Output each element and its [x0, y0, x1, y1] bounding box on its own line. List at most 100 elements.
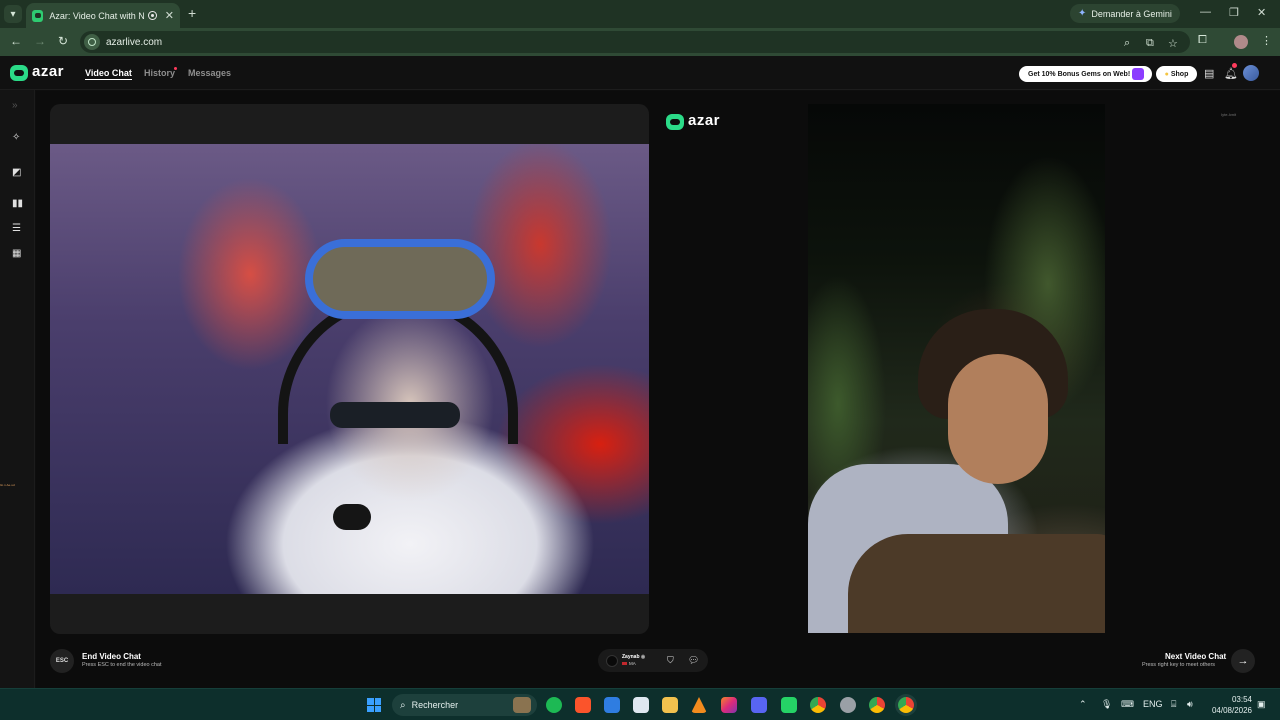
- site-info-icon[interactable]: [84, 34, 100, 50]
- more-menu-icon[interactable]: ⋮: [1261, 34, 1272, 47]
- windows-start-icon[interactable]: [367, 698, 381, 712]
- gift-icon: [1132, 68, 1144, 80]
- tray-overflow-icon[interactable]: ⌃: [1079, 699, 1087, 710]
- end-chat-button[interactable]: ESC: [50, 649, 74, 673]
- gemini-button[interactable]: ✦ Demander à Gemini: [1070, 4, 1180, 23]
- bonus-gems-button[interactable]: Get 10% Bonus Gems on Web!: [1019, 66, 1152, 82]
- profile-avatar[interactable]: [1234, 35, 1248, 49]
- chrome-icon[interactable]: [810, 697, 826, 713]
- chrome-active-icon[interactable]: [898, 697, 914, 713]
- azar-logo-text[interactable]: azar: [32, 63, 64, 80]
- partner-name: Zaynab ◉: [622, 654, 645, 660]
- layout-stacked-icon[interactable]: ☰: [12, 223, 21, 234]
- keyboard-icon[interactable]: ⌨: [1121, 699, 1134, 710]
- bell-icon[interactable]: 🔔︎: [1224, 67, 1238, 80]
- minimize-icon[interactable]: —: [1200, 6, 1211, 18]
- brave-icon[interactable]: [575, 697, 591, 713]
- nav-video-chat[interactable]: Video Chat: [85, 68, 132, 80]
- extensions-icon[interactable]: ⧠: [1198, 34, 1207, 47]
- taskbar-search[interactable]: ⌕ Rechercher: [392, 694, 537, 716]
- shop-label: Shop: [1170, 70, 1189, 78]
- maximize-icon[interactable]: ❐: [1229, 6, 1239, 19]
- effects-wand-icon[interactable]: ✧: [12, 132, 20, 143]
- discord-icon[interactable]: [751, 697, 767, 713]
- chat-bubble-icon[interactable]: 💬︎: [688, 655, 699, 666]
- browser-toolbar: ← → ↻ azarlive.com ⌕ ⧉ ☆ ⧠ ⋮: [0, 28, 1280, 56]
- browser-tab-azar[interactable]: Azar: Video Chat with New ✕: [26, 3, 180, 28]
- tab-title: Azar: Video Chat with New: [49, 10, 145, 21]
- store-icon[interactable]: [633, 697, 649, 713]
- next-chat-title: Next Video Chat: [1165, 652, 1227, 661]
- defender-icon[interactable]: [604, 697, 620, 713]
- volume-icon[interactable]: 🔊︎: [1187, 699, 1193, 710]
- app-header: azar Video Chat History Messages Get 10%…: [0, 56, 1280, 90]
- azar-logo-icon[interactable]: [10, 65, 28, 81]
- edge-artifact-text: Gi·n·Ae·ud: [0, 483, 15, 487]
- tab-close-icon[interactable]: ✕: [165, 9, 174, 22]
- clock-time: 03:54: [1231, 695, 1252, 704]
- bookmark-star-icon[interactable]: ☆: [1168, 37, 1178, 50]
- partner-camera-feed: [808, 104, 1105, 633]
- expand-sidebar-icon[interactable]: »: [12, 100, 18, 111]
- stage-watermark: Iyte-Ivnit: [1221, 112, 1237, 117]
- flag-icon: [622, 662, 627, 666]
- partner-name-text: Zaynab: [622, 654, 640, 660]
- headset-mic-shape: [333, 504, 371, 530]
- bonus-gems-label: Get 10% Bonus Gems on Web!: [1028, 70, 1131, 78]
- ski-goggles-shape: [305, 239, 495, 319]
- chrome-profile-3-icon[interactable]: [869, 697, 885, 713]
- language-indicator[interactable]: ENG: [1143, 699, 1163, 709]
- back-icon[interactable]: ←: [10, 34, 22, 48]
- browser-tab-strip: ▾ Azar: Video Chat with New ✕ + ✦ Demand…: [0, 0, 1280, 28]
- vlc-icon[interactable]: [691, 697, 707, 713]
- clock-date: 04/08/2026: [1211, 706, 1252, 715]
- zoom-search-icon[interactable]: ⌕: [1124, 37, 1130, 50]
- center-azar-logo-icon: [666, 114, 684, 130]
- network-icon[interactable]: ⌸: [1171, 699, 1176, 710]
- instagram-icon[interactable]: [721, 697, 737, 713]
- windows-taskbar: ⌕ Rechercher ⌃ 🎙︎ ⌨ ENG ⌸ 🔊︎ 03:54 04/08…: [0, 688, 1280, 720]
- end-chat-title: End Video Chat: [82, 652, 141, 661]
- tab-search-menu-button[interactable]: ▾: [4, 5, 22, 23]
- taskbar-search-placeholder: Rechercher: [411, 700, 459, 710]
- partner-country: MA: [622, 661, 636, 666]
- window-close-icon[interactable]: ✕: [1257, 6, 1266, 19]
- verified-icon: ◉: [640, 654, 646, 660]
- tool-sidebar: » ✧ ◩ ▮▮ ☰ ▦: [0, 90, 35, 688]
- search-icon: ⌕: [400, 699, 406, 711]
- forward-icon[interactable]: →: [34, 34, 46, 48]
- end-chat-hint: Press ESC to end the video chat: [82, 662, 162, 668]
- user-avatar[interactable]: [1243, 65, 1259, 81]
- inbox-icon[interactable]: ▤: [1204, 67, 1214, 80]
- gemini-label: Demander à Gemini: [1091, 8, 1172, 19]
- microphone-icon[interactable]: 🎙︎: [1101, 699, 1112, 710]
- partner-country-code: MA: [629, 661, 636, 666]
- search-highlight-icon: [513, 697, 531, 713]
- chrome-profile-2-icon[interactable]: [840, 697, 856, 713]
- layout-grid-icon[interactable]: ▦: [12, 248, 21, 259]
- history-unread-dot: [174, 67, 177, 70]
- self-camera-feed: [50, 144, 649, 594]
- recording-indicator-icon: [148, 11, 157, 20]
- cast-icon[interactable]: ⧉: [1146, 37, 1154, 50]
- new-tab-button[interactable]: +: [188, 5, 196, 21]
- address-bar[interactable]: azarlive.com ⌕ ⧉ ☆: [80, 31, 1190, 53]
- url-text: azarlive.com: [106, 36, 163, 48]
- reload-icon[interactable]: ↻: [58, 34, 68, 48]
- next-chat-arrow-icon[interactable]: →: [1231, 649, 1255, 673]
- taskbar-clock[interactable]: 03:54 04/08/2026: [1208, 694, 1252, 716]
- file-explorer-icon[interactable]: [662, 697, 678, 713]
- filter-icon[interactable]: ◩: [12, 167, 21, 178]
- report-shield-icon[interactable]: ⛉: [667, 655, 674, 666]
- notification-center-icon[interactable]: ▣: [1257, 699, 1266, 710]
- partner-arm-shape: [848, 534, 1105, 633]
- nav-history[interactable]: History: [144, 68, 175, 78]
- partner-avatar[interactable]: [606, 655, 618, 667]
- whatsapp-icon[interactable]: [781, 697, 797, 713]
- nav-messages[interactable]: Messages: [188, 68, 231, 78]
- partner-face-shape: [948, 354, 1048, 484]
- sunglasses-shape: [330, 402, 460, 428]
- shop-button[interactable]: ● Shop: [1156, 66, 1197, 82]
- spotify-icon[interactable]: [546, 697, 562, 713]
- layout-side-by-side-icon[interactable]: ▮▮: [12, 198, 23, 209]
